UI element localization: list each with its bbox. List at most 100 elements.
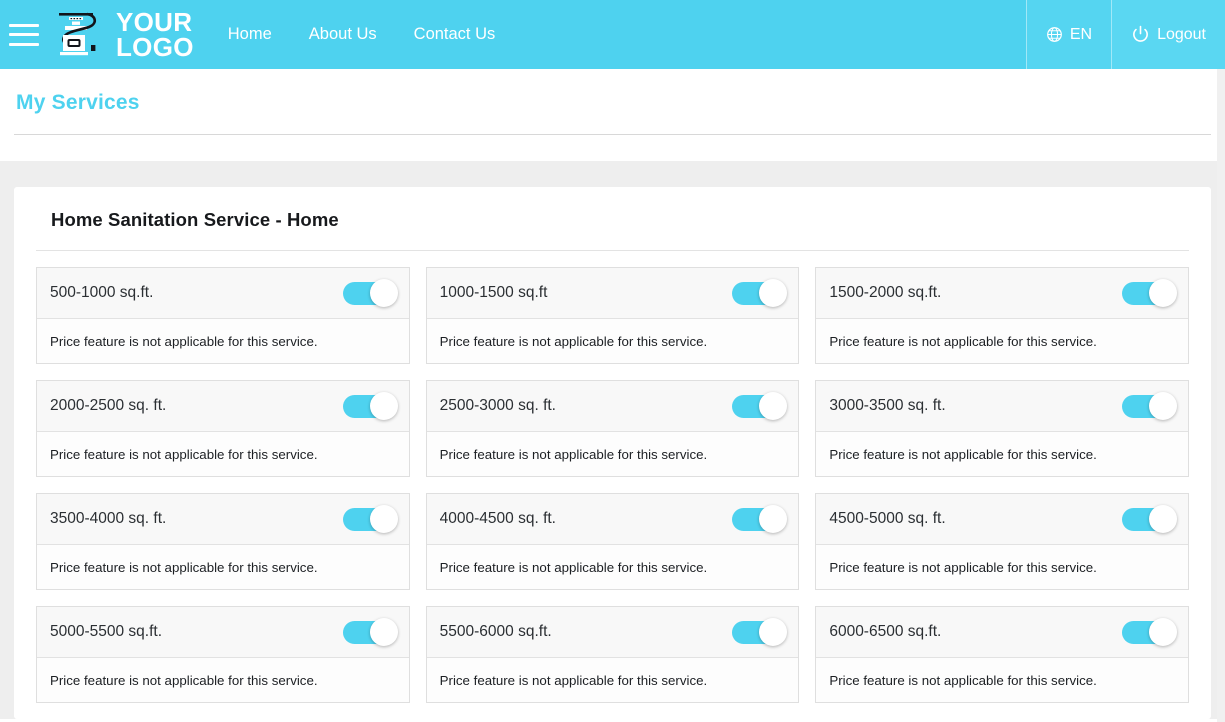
- service-label: 1000-1500 sq.ft: [439, 284, 548, 301]
- service-card: 1500-2000 sq.ft. Price feature is not app…: [815, 267, 1189, 364]
- brand-line-2: LOGO: [116, 31, 194, 62]
- service-card-body: Price feature is not applicable for this…: [37, 658, 409, 702]
- logout-label: Logout: [1157, 25, 1206, 43]
- service-card-header: 3000-3500 sq. ft.: [816, 381, 1188, 432]
- toggle-knob: [1148, 279, 1177, 307]
- service-card: 6000-6500 sq.ft. Price feature is not app…: [815, 606, 1189, 703]
- service-label: 500-1000 sq.ft.: [50, 284, 154, 301]
- service-note: Price feature is not applicable for this…: [829, 672, 1097, 688]
- service-grid: 500-1000 sq.ft. Price feature is not appl…: [36, 251, 1189, 719]
- service-toggle[interactable]: [1121, 392, 1177, 420]
- service-card-body: Price feature is not applicable for this…: [426, 658, 799, 702]
- service-note: Price feature is not applicable for this…: [50, 559, 318, 575]
- power-icon: [1131, 25, 1150, 44]
- language-label: EN: [1069, 25, 1093, 43]
- title-spacer: [0, 135, 1225, 161]
- toggle-knob: [759, 505, 788, 533]
- hamburger-bar: [9, 42, 39, 46]
- service-card: 500-1000 sq.ft. Price feature is not appl…: [36, 267, 410, 364]
- header-actions: EN Logout: [1025, 0, 1225, 69]
- service-card-body: Price feature is not applicable for this…: [816, 658, 1188, 702]
- service-card-body: Price feature is not applicable for this…: [816, 319, 1188, 363]
- service-label: 3500-4000 sq. ft.: [50, 510, 167, 527]
- service-card: 3500-4000 sq. ft. Price feature is not ap…: [36, 493, 410, 590]
- globe-icon: [1046, 26, 1063, 43]
- service-label: 2000-2500 sq. ft.: [50, 397, 167, 414]
- service-note: Price feature is not applicable for this…: [50, 672, 318, 688]
- service-note: Price feature is not applicable for this…: [829, 559, 1097, 575]
- service-note: Price feature is not applicable for this…: [439, 672, 708, 688]
- service-toggle[interactable]: [732, 392, 788, 420]
- service-note: Price feature is not applicable for this…: [829, 333, 1097, 349]
- service-card-header: 4500-5000 sq. ft.: [816, 494, 1188, 545]
- nav-item-about-us[interactable]: About Us: [309, 25, 377, 44]
- brand-logo[interactable]: YOUR LOGO: [51, 7, 194, 62]
- service-card-header: 6000-6500 sq.ft.: [816, 607, 1188, 658]
- service-toggle[interactable]: [342, 505, 398, 533]
- service-toggle[interactable]: [342, 618, 398, 646]
- brand-name: YOUR LOGO: [116, 9, 194, 62]
- service-card-header: 4000-4500 sq. ft.: [426, 494, 799, 545]
- nav-item-contact-us[interactable]: Contact Us: [414, 25, 496, 44]
- service-card-body: Price feature is not applicable for this…: [426, 432, 799, 476]
- company-logo-icon: [51, 7, 109, 62]
- service-note: Price feature is not applicable for this…: [829, 446, 1097, 462]
- service-card-body: Price feature is not applicable for this…: [816, 545, 1188, 589]
- service-card-body: Price feature is not applicable for this…: [426, 545, 799, 589]
- service-card-header: 2500-3000 sq. ft.: [426, 381, 799, 432]
- service-card: 5000-5500 sq.ft. Price feature is not app…: [36, 606, 410, 703]
- service-label: 4000-4500 sq. ft.: [439, 510, 556, 527]
- service-card: 2000-2500 sq. ft. Price feature is not ap…: [36, 380, 410, 477]
- nav-item-home[interactable]: Home: [228, 25, 272, 44]
- toggle-knob: [1148, 392, 1177, 420]
- service-card: 5500-6000 sq.ft. Price feature is not app…: [425, 606, 800, 703]
- service-card-header: 1500-2000 sq.ft.: [816, 268, 1188, 319]
- service-toggle[interactable]: [342, 279, 398, 307]
- toggle-knob: [369, 392, 398, 420]
- hamburger-bar: [9, 23, 39, 27]
- service-note: Price feature is not applicable for this…: [50, 446, 318, 462]
- service-toggle[interactable]: [732, 505, 788, 533]
- toggle-knob: [759, 618, 788, 646]
- service-note: Price feature is not applicable for this…: [50, 333, 318, 349]
- service-card: 3000-3500 sq. ft. Price feature is not ap…: [815, 380, 1189, 477]
- service-card: 2500-3000 sq. ft. Price feature is not ap…: [425, 380, 800, 477]
- toggle-knob: [759, 392, 788, 420]
- service-label: 2500-3000 sq. ft.: [439, 397, 556, 414]
- service-label: 5000-5500 sq.ft.: [50, 623, 163, 640]
- language-selector[interactable]: EN: [1025, 0, 1113, 69]
- service-panel: Home Sanitation Service - Home 500-1000 …: [14, 187, 1211, 719]
- toggle-knob: [369, 618, 398, 646]
- service-toggle[interactable]: [732, 279, 788, 307]
- toggle-knob: [759, 279, 788, 307]
- toggle-knob: [1148, 618, 1177, 646]
- service-note: Price feature is not applicable for this…: [439, 446, 708, 462]
- service-card-body: Price feature is not applicable for this…: [426, 319, 799, 363]
- service-label: 5500-6000 sq.ft.: [439, 623, 552, 640]
- logout-button[interactable]: Logout: [1112, 0, 1225, 69]
- service-toggle[interactable]: [342, 392, 398, 420]
- service-note: Price feature is not applicable for this…: [439, 559, 708, 575]
- service-label: 6000-6500 sq.ft.: [829, 623, 942, 640]
- page-scrollbar[interactable]: [1217, 69, 1225, 722]
- main-navigation: Home About Us Contact Us: [228, 25, 496, 44]
- hamburger-menu-icon[interactable]: [9, 23, 39, 46]
- service-label: 3000-3500 sq. ft.: [829, 397, 946, 414]
- page-title: My Services: [16, 91, 140, 114]
- toggle-knob: [1148, 505, 1177, 533]
- service-toggle[interactable]: [1121, 618, 1177, 646]
- service-card-body: Price feature is not applicable for this…: [37, 319, 409, 363]
- service-toggle[interactable]: [732, 618, 788, 646]
- page-title-bar: My Services: [0, 69, 1225, 135]
- service-label: 4500-5000 sq. ft.: [829, 510, 946, 527]
- service-toggle[interactable]: [1121, 505, 1177, 533]
- service-card-header: 5500-6000 sq.ft.: [426, 607, 799, 658]
- service-card-header: 1000-1500 sq.ft: [426, 268, 799, 319]
- service-toggle[interactable]: [1121, 279, 1177, 307]
- service-label: 1500-2000 sq.ft.: [829, 284, 942, 301]
- service-card-body: Price feature is not applicable for this…: [816, 432, 1188, 476]
- service-card-header: 3500-4000 sq. ft.: [37, 494, 409, 545]
- panel-title: Home Sanitation Service - Home: [51, 209, 339, 230]
- service-note: Price feature is not applicable for this…: [439, 333, 708, 349]
- service-card-header: 5000-5500 sq.ft.: [37, 607, 409, 658]
